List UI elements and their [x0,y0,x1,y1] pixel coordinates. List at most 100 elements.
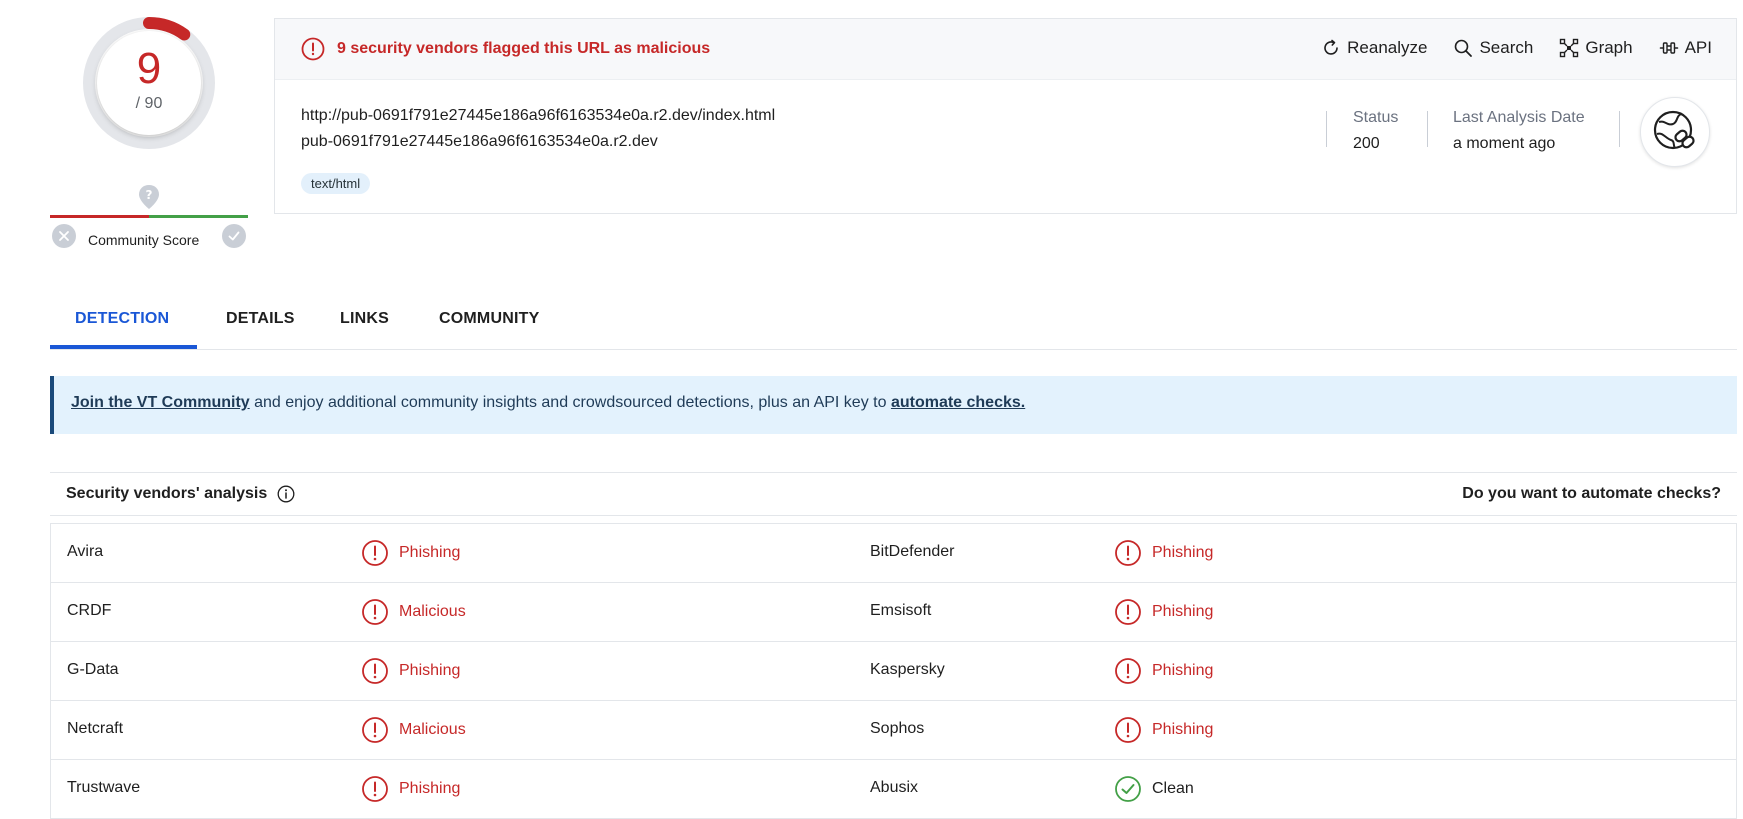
malicious-alert: 9 security vendors flagged this URL as m… [301,37,710,61]
vendor-row: G-Data Phishing Kaspersky Phishing [51,642,1736,701]
scanned-host: pub-0691f791e27445e186a96f6163534e0a.r2.… [301,133,658,150]
last-analysis-label: Last Analysis Date [1453,109,1585,126]
vendor-name: Kaspersky [870,661,945,678]
status-value: 200 [1353,135,1380,152]
vendor-name: Netcraft [67,720,124,737]
vendor-name: Abusix [870,779,919,796]
vendor-name: Avira [67,543,104,560]
scanned-url: http://pub-0691f791e27445e186a96f6163534… [301,107,776,124]
vendor-verdict: Phishing [361,539,460,567]
alert-circle-icon [1115,717,1141,743]
vendors-table: Avira Phishing BitDefender Phishing CRDF Mali… [50,523,1737,819]
globe-link-icon [1653,110,1695,150]
svg-text:?: ? [146,188,153,202]
close-icon [59,231,69,241]
alert-circle-icon [362,540,388,566]
content-type-tag[interactable]: text/html [301,173,371,194]
join-community-link[interactable]: Join the VT Community [71,394,250,411]
community-score-label: Community Score [88,232,200,248]
check-circle-icon [1115,776,1141,802]
vote-harmless-button[interactable] [222,224,246,248]
reanalyze-button[interactable]: Reanalyze [1321,38,1427,58]
vendor-verdict: Phishing [361,775,460,803]
vendor-name: Sophos [870,720,925,737]
vendor-name: CRDF [67,602,112,619]
meta-divider [1427,111,1428,147]
vendor-name: BitDefender [870,543,955,560]
automate-checks-link[interactable]: automate checks. [891,394,1025,411]
community-score-bar-positive [149,215,248,218]
alert-circle-icon [1115,540,1141,566]
card-header: 9 security vendors flagged this URL as m… [275,19,1736,80]
graph-button[interactable]: Graph [1559,38,1633,58]
vendor-verdict: Malicious [361,716,466,744]
verdict-label: Phishing [399,662,461,679]
score-center: 9 / 90 [97,31,201,135]
api-label: API [1684,38,1712,57]
graph-label: Graph [1585,38,1633,57]
alert-circle-icon [301,37,325,61]
banner-middle-text: and enjoy additional community insights … [249,394,891,411]
vendor-row: CRDF Malicious Emsisoft Phishing [51,583,1736,642]
meta-divider [1326,111,1327,147]
check-icon [228,231,240,241]
tab-detection[interactable]: DETECTION [75,310,169,328]
url-type-badge [1640,97,1710,167]
action-bar: Reanalyze Search Graph API [1295,38,1712,58]
vendor-verdict: Clean [1114,775,1194,803]
meta-divider [1619,111,1620,147]
community-banner: Join the VT Community and enjoy addition… [50,376,1737,434]
api-icon [1659,42,1678,54]
community-score: ? Community Score [50,180,248,252]
vendor-row: Avira Phishing BitDefender Phishing [51,524,1736,583]
verdict-label: Phishing [399,544,461,561]
banner-text: Join the VT Community and enjoy addition… [71,394,1025,412]
verdict-label: Phishing [1152,721,1214,738]
last-analysis-value: a moment ago [1453,135,1556,152]
tab-details[interactable]: DETAILS [226,310,295,328]
search-button[interactable]: Search [1453,38,1533,58]
community-score-bar-negative [50,215,149,218]
tab-community[interactable]: COMMUNITY [439,310,539,328]
alert-circle-icon [1115,599,1141,625]
alert-circle-icon [362,717,388,743]
automate-checks-prompt[interactable]: Do you want to automate checks? [1462,485,1721,503]
verdict-label: Phishing [399,780,461,797]
score-detected: 9 [136,44,162,93]
alert-circle-icon [362,599,388,625]
alert-circle-icon [362,658,388,684]
verdict-label: Malicious [399,603,466,620]
vendor-verdict: Phishing [1114,598,1213,626]
active-tab-indicator [50,345,197,349]
vendor-verdict: Phishing [361,657,460,685]
alert-circle-icon [362,776,388,802]
search-icon [1455,39,1473,57]
verdict-label: Malicious [399,721,466,738]
score-total: / 90 [135,95,163,112]
question-pin-icon: ? [138,184,160,210]
vote-harmful-button[interactable] [52,224,76,248]
verdict-label: Phishing [1152,662,1214,679]
vendor-verdict: Phishing [1114,716,1213,744]
vendors-title: Security vendors' analysis [66,485,295,503]
api-button[interactable]: API [1659,38,1712,58]
vendor-name: Trustwave [67,779,141,796]
vendor-name: G-Data [67,661,119,678]
vendor-verdict: Phishing [1114,657,1213,685]
graph-icon [1560,38,1579,58]
verdict-label: Phishing [1152,603,1214,620]
vendors-title-text: Security vendors' analysis [66,485,268,502]
info-icon[interactable] [277,485,295,503]
vendor-verdict: Malicious [361,598,466,626]
reanalyze-icon [1324,39,1338,55]
tab-links[interactable]: LINKS [340,310,389,328]
search-label: Search [1479,38,1534,57]
vendor-verdict: Phishing [1114,539,1213,567]
result-tabs: DETECTION DETAILS LINKS COMMUNITY [50,296,1737,350]
community-score-bar [50,215,248,218]
vendor-name: Emsisoft [870,602,932,619]
alert-circle-icon [1115,658,1141,684]
detection-score-gauge: 9 / 90 [82,16,216,150]
status-label: Status [1353,109,1399,126]
reanalyze-label: Reanalyze [1347,38,1428,57]
